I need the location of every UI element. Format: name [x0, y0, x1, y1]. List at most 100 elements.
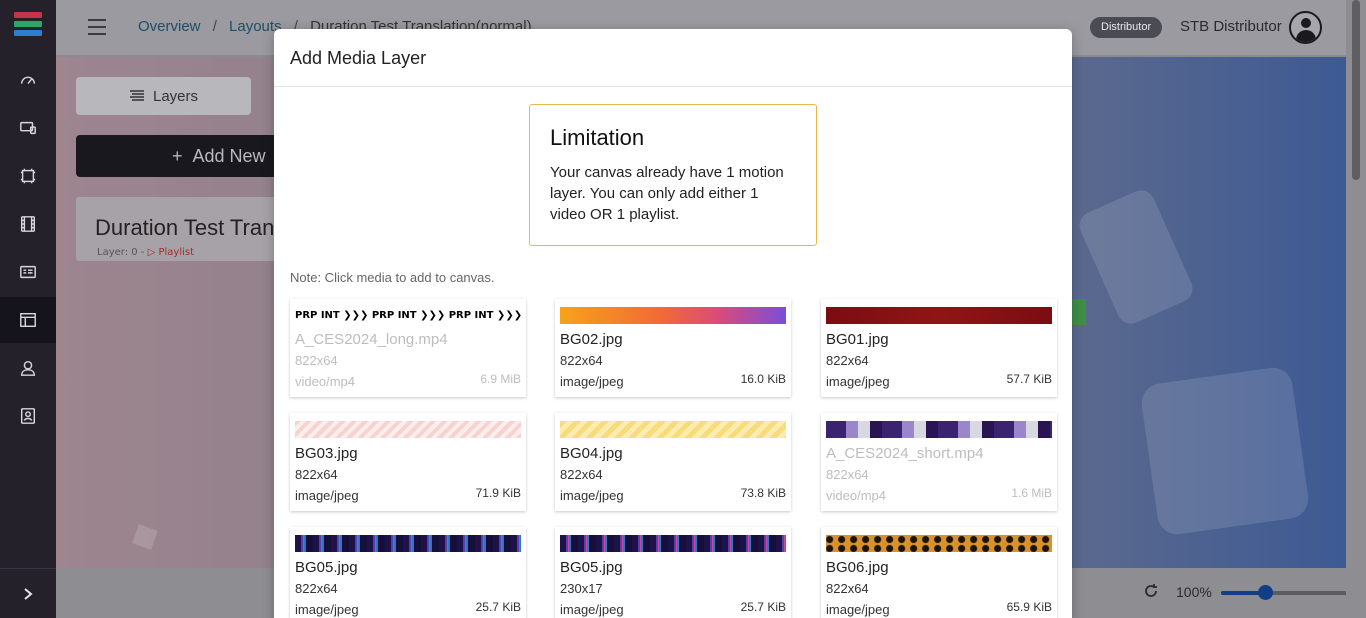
limitation-text: Your canvas already have 1 motion layer.…	[550, 164, 784, 223]
sidebar-expand-button[interactable]	[0, 568, 56, 618]
media-dimensions: 822x64	[295, 353, 338, 368]
media-item[interactable]: BG03.jpg 822x64 image/jpeg 71.9 KiB	[290, 413, 526, 511]
sidebar-item-dashboard[interactable]	[0, 57, 56, 103]
media-name: A_CES2024_short.mp4	[826, 445, 984, 462]
media-name: BG06.jpg	[826, 559, 889, 576]
media-item[interactable]: BG01.jpg 822x64 image/jpeg 57.7 KiB	[821, 299, 1057, 397]
media-thumbnail	[295, 535, 521, 552]
media-thumbnail	[560, 535, 786, 552]
plus-icon: +	[172, 145, 183, 166]
media-name: A_CES2024_long.mp4	[295, 331, 448, 348]
media-mime-type: image/jpeg	[560, 374, 624, 389]
dialog-title: Add Media Layer	[274, 29, 1072, 87]
add-new-button[interactable]: + Add New	[76, 135, 306, 177]
layers-button-label: Layers	[152, 87, 199, 105]
media-name: BG01.jpg	[826, 331, 889, 348]
media-thumbnail	[826, 421, 1052, 438]
media-size: 25.7 KiB	[740, 600, 786, 614]
media-dimensions: 822x64	[826, 353, 869, 368]
layer-type: Playlist	[158, 247, 195, 258]
logo-bar-blue	[14, 30, 42, 36]
page-scrollbar[interactable]	[1346, 0, 1366, 618]
media-size: 6.9 MiB	[480, 372, 521, 386]
scrollbar-thumb[interactable]	[1352, 0, 1360, 180]
media-mime-type: video/mp4	[826, 488, 886, 503]
media-thumbnail	[826, 307, 1052, 324]
sidebar-item-users[interactable]	[0, 345, 56, 391]
media-size: 65.9 KiB	[1006, 600, 1052, 614]
sidebar-item-screens[interactable]	[0, 153, 56, 199]
media-item[interactable]: BG05.jpg 230x17 image/jpeg 25.7 KiB	[555, 527, 791, 618]
layers-button[interactable]: Layers	[76, 77, 251, 115]
media-dimensions: 822x64	[295, 581, 338, 596]
dashboard-icon	[20, 76, 36, 85]
limitation-notice: Limitation Your canvas already have 1 mo…	[529, 104, 817, 246]
media-thumbnail	[560, 421, 786, 438]
canvas-decoration	[132, 524, 158, 550]
media-dimensions: 822x64	[560, 467, 603, 482]
menu-toggle-button[interactable]	[88, 19, 106, 35]
media-name: BG03.jpg	[295, 445, 358, 462]
avatar[interactable]	[1289, 11, 1322, 44]
sidebar-item-layouts[interactable]	[0, 297, 56, 343]
media-item[interactable]: BG06.jpg 822x64 image/jpeg 65.9 KiB	[821, 527, 1057, 618]
media-mime-type: image/jpeg	[826, 602, 890, 617]
breadcrumb-separator: /	[212, 18, 217, 35]
media-mime-type: image/jpeg	[826, 374, 890, 389]
layer-meta: Layer: 0 - ▷ Playlist	[97, 247, 194, 258]
media-item[interactable]: BG05.jpg 822x64 image/jpeg 25.7 KiB	[290, 527, 526, 618]
sidebar-item-media[interactable]	[0, 249, 56, 295]
screen-frame-icon	[20, 168, 36, 184]
media-dimensions: 822x64	[826, 581, 869, 596]
hamburger-line	[88, 26, 106, 28]
media-note: Note: Click media to add to canvas.	[290, 270, 495, 285]
avatar-body	[1296, 30, 1316, 42]
layout-icon	[20, 312, 36, 328]
media-size: 73.8 KiB	[740, 486, 786, 500]
media-name: BG05.jpg	[560, 559, 623, 576]
media-size: 25.7 KiB	[475, 600, 521, 614]
media-mime-type: video/mp4	[295, 374, 355, 389]
hamburger-line	[88, 19, 106, 21]
media-item[interactable]: BG02.jpg 822x64 image/jpeg 16.0 KiB	[555, 299, 791, 397]
add-media-layer-dialog: Add Media Layer Limitation Your canvas a…	[274, 29, 1072, 618]
user-name[interactable]: STB Distributor	[1180, 18, 1282, 35]
layers-list-icon	[129, 90, 144, 101]
media-mime-type: image/jpeg	[560, 602, 624, 617]
zoom-slider[interactable]	[1221, 585, 1366, 600]
media-dimensions: 822x64	[295, 467, 338, 482]
role-badge: Distributor	[1090, 17, 1163, 38]
chevron-right-icon	[24, 587, 33, 600]
layer-card[interactable]: Duration Test Translation(normal) Layer:…	[76, 197, 420, 261]
sidebar-item-contacts[interactable]	[0, 393, 56, 439]
film-icon	[20, 216, 36, 232]
media-size: 1.6 MiB	[1011, 486, 1052, 500]
canvas-layer-marker[interactable]	[1072, 299, 1086, 325]
monitor-icon	[20, 121, 36, 135]
logo-bar-green	[14, 21, 42, 27]
sidebar-item-devices[interactable]	[0, 105, 56, 151]
media-thumbnail	[295, 421, 521, 438]
play-icon: ▷	[147, 247, 156, 258]
layer-index: Layer: 0 -	[97, 247, 145, 258]
refresh-icon	[1145, 584, 1157, 597]
canvas-decoration	[1139, 365, 1311, 537]
app-logo[interactable]	[14, 12, 42, 44]
media-name: BG05.jpg	[295, 559, 358, 576]
media-size: 71.9 KiB	[475, 486, 521, 500]
media-dimensions: 230x17	[560, 581, 603, 596]
logo-bar-red	[14, 12, 42, 18]
sidebar-item-videos[interactable]	[0, 201, 56, 247]
breadcrumb-overview[interactable]: Overview	[138, 18, 201, 35]
canvas-decoration	[1075, 185, 1197, 329]
contacts-icon	[20, 408, 36, 424]
media-mime-type: image/jpeg	[295, 602, 359, 617]
media-icon	[20, 265, 36, 279]
media-thumbnail	[560, 307, 786, 324]
avatar-head	[1301, 18, 1311, 28]
media-name: BG04.jpg	[560, 445, 623, 462]
reset-zoom-button[interactable]	[1143, 583, 1159, 599]
zoom-slider-thumb[interactable]	[1257, 585, 1273, 600]
media-item[interactable]: BG04.jpg 822x64 image/jpeg 73.8 KiB	[555, 413, 791, 511]
sidebar	[0, 0, 56, 618]
